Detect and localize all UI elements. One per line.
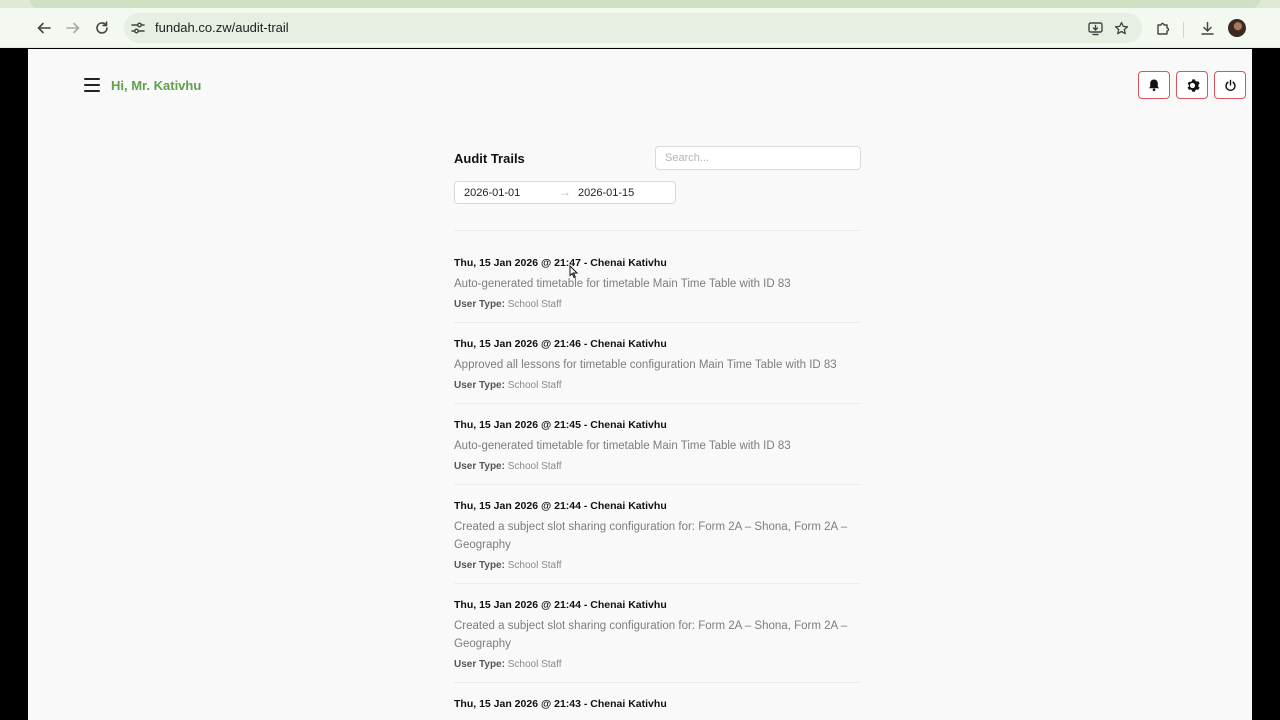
audit-entry-heading: Thu, 15 Jan 2026 @ 21:46 - Chenai Kativh… [454, 338, 667, 350]
page-viewport: Hi, Mr. Kativhu Audit Trails 2026-01-01 … [28, 49, 1252, 720]
audit-entry-heading: Thu, 15 Jan 2026 @ 21:44 - Chenai Kativh… [454, 599, 667, 611]
audit-entry-heading: Thu, 15 Jan 2026 @ 21:45 - Chenai Kativh… [454, 419, 667, 431]
audit-entry-meta: User Type: School Staff [454, 559, 860, 573]
audit-entry-meta: User Type: School Staff [454, 460, 860, 474]
tab-strip [0, 0, 1280, 8]
audit-entry-description: Auto-generated timetable for timetable M… [454, 278, 791, 290]
audit-entry-meta: User Type: School Staff [454, 298, 860, 312]
user-type-value: School Staff [507, 380, 562, 391]
user-type-value: School Staff [507, 659, 562, 670]
audit-entry-meta: User Type: School Staff [454, 658, 860, 672]
url-text: fundah.co.zw/audit-trail [155, 20, 289, 35]
puzzle-icon[interactable] [1153, 18, 1173, 38]
forward-arrow-icon [66, 22, 80, 34]
logout-button[interactable] [1214, 71, 1246, 99]
user-type-value: School Staff [507, 299, 562, 310]
search-input[interactable] [655, 146, 861, 170]
audit-entry: Thu, 15 Jan 2026 @ 21:43 - Chenai Kativh… [454, 697, 860, 720]
date-range-picker[interactable]: 2026-01-01 → 2026-01-15 [454, 181, 676, 204]
active-tab[interactable] [30, 0, 1260, 8]
power-icon [1224, 79, 1236, 91]
hamburger-icon[interactable] [84, 78, 100, 92]
audit-entry-list: Thu, 15 Jan 2026 @ 21:47 - Chenai Kativh… [454, 256, 860, 720]
reload-button[interactable] [90, 16, 114, 40]
audit-entry-heading: Thu, 15 Jan 2026 @ 21:47 - Chenai Kativh… [454, 257, 667, 269]
profile-avatar[interactable] [1228, 19, 1246, 37]
address-bar[interactable]: fundah.co.zw/audit-trail [124, 13, 1142, 43]
audit-entry-description: Auto-generated timetable for timetable M… [454, 440, 791, 452]
install-app-icon[interactable] [1086, 19, 1104, 37]
audit-entry-description: Created a subject slot sharing configura… [454, 620, 848, 650]
audit-entry: Thu, 15 Jan 2026 @ 21:47 - Chenai Kativh… [454, 256, 860, 323]
greeting-text: Hi, Mr. Kativhu [111, 78, 202, 93]
date-to-input[interactable]: 2026-01-15 [578, 187, 634, 199]
date-range-arrow-icon: → [559, 185, 571, 199]
audit-entry-description: Approved all lessons for timetable confi… [454, 359, 837, 371]
audit-entry: Thu, 15 Jan 2026 @ 21:45 - Chenai Kativh… [454, 418, 860, 485]
toolbar-divider [1183, 22, 1184, 38]
bell-icon [1149, 79, 1159, 92]
mouse-cursor-icon [569, 265, 579, 279]
user-type-value: School Staff [507, 461, 562, 472]
gear-icon [1187, 78, 1200, 92]
settings-button[interactable] [1176, 71, 1208, 99]
reload-icon [96, 21, 108, 34]
date-from-input[interactable]: 2026-01-01 [464, 187, 520, 199]
audit-entry-description: Created a subject slot sharing configura… [454, 521, 848, 551]
audit-entry: Thu, 15 Jan 2026 @ 21:46 - Chenai Kativh… [454, 337, 860, 404]
back-button[interactable] [32, 16, 56, 40]
forward-button[interactable] [61, 16, 85, 40]
audit-entry: Thu, 15 Jan 2026 @ 21:44 - Chenai Kativh… [454, 499, 860, 584]
browser-toolbar: fundah.co.zw/audit-trail [0, 8, 1280, 48]
star-icon[interactable] [1112, 19, 1130, 37]
user-type-label: User Type: [454, 560, 505, 571]
notifications-button[interactable] [1138, 71, 1170, 99]
user-type-label: User Type: [454, 380, 505, 391]
user-type-label: User Type: [454, 659, 505, 670]
audit-entry: Thu, 15 Jan 2026 @ 21:44 - Chenai Kativh… [454, 598, 860, 683]
tune-icon[interactable] [130, 20, 146, 36]
audit-entry-heading: Thu, 15 Jan 2026 @ 21:44 - Chenai Kativh… [454, 500, 667, 512]
user-type-label: User Type: [454, 461, 505, 472]
page-title: Audit Trails [454, 151, 525, 166]
audit-entry-heading: Thu, 15 Jan 2026 @ 21:43 - Chenai Kativh… [454, 698, 667, 710]
divider [454, 230, 860, 231]
user-type-label: User Type: [454, 299, 505, 310]
audit-entry-meta: User Type: School Staff [454, 379, 860, 393]
download-icon[interactable] [1197, 18, 1217, 38]
back-arrow-icon [37, 22, 51, 34]
user-type-value: School Staff [507, 560, 562, 571]
